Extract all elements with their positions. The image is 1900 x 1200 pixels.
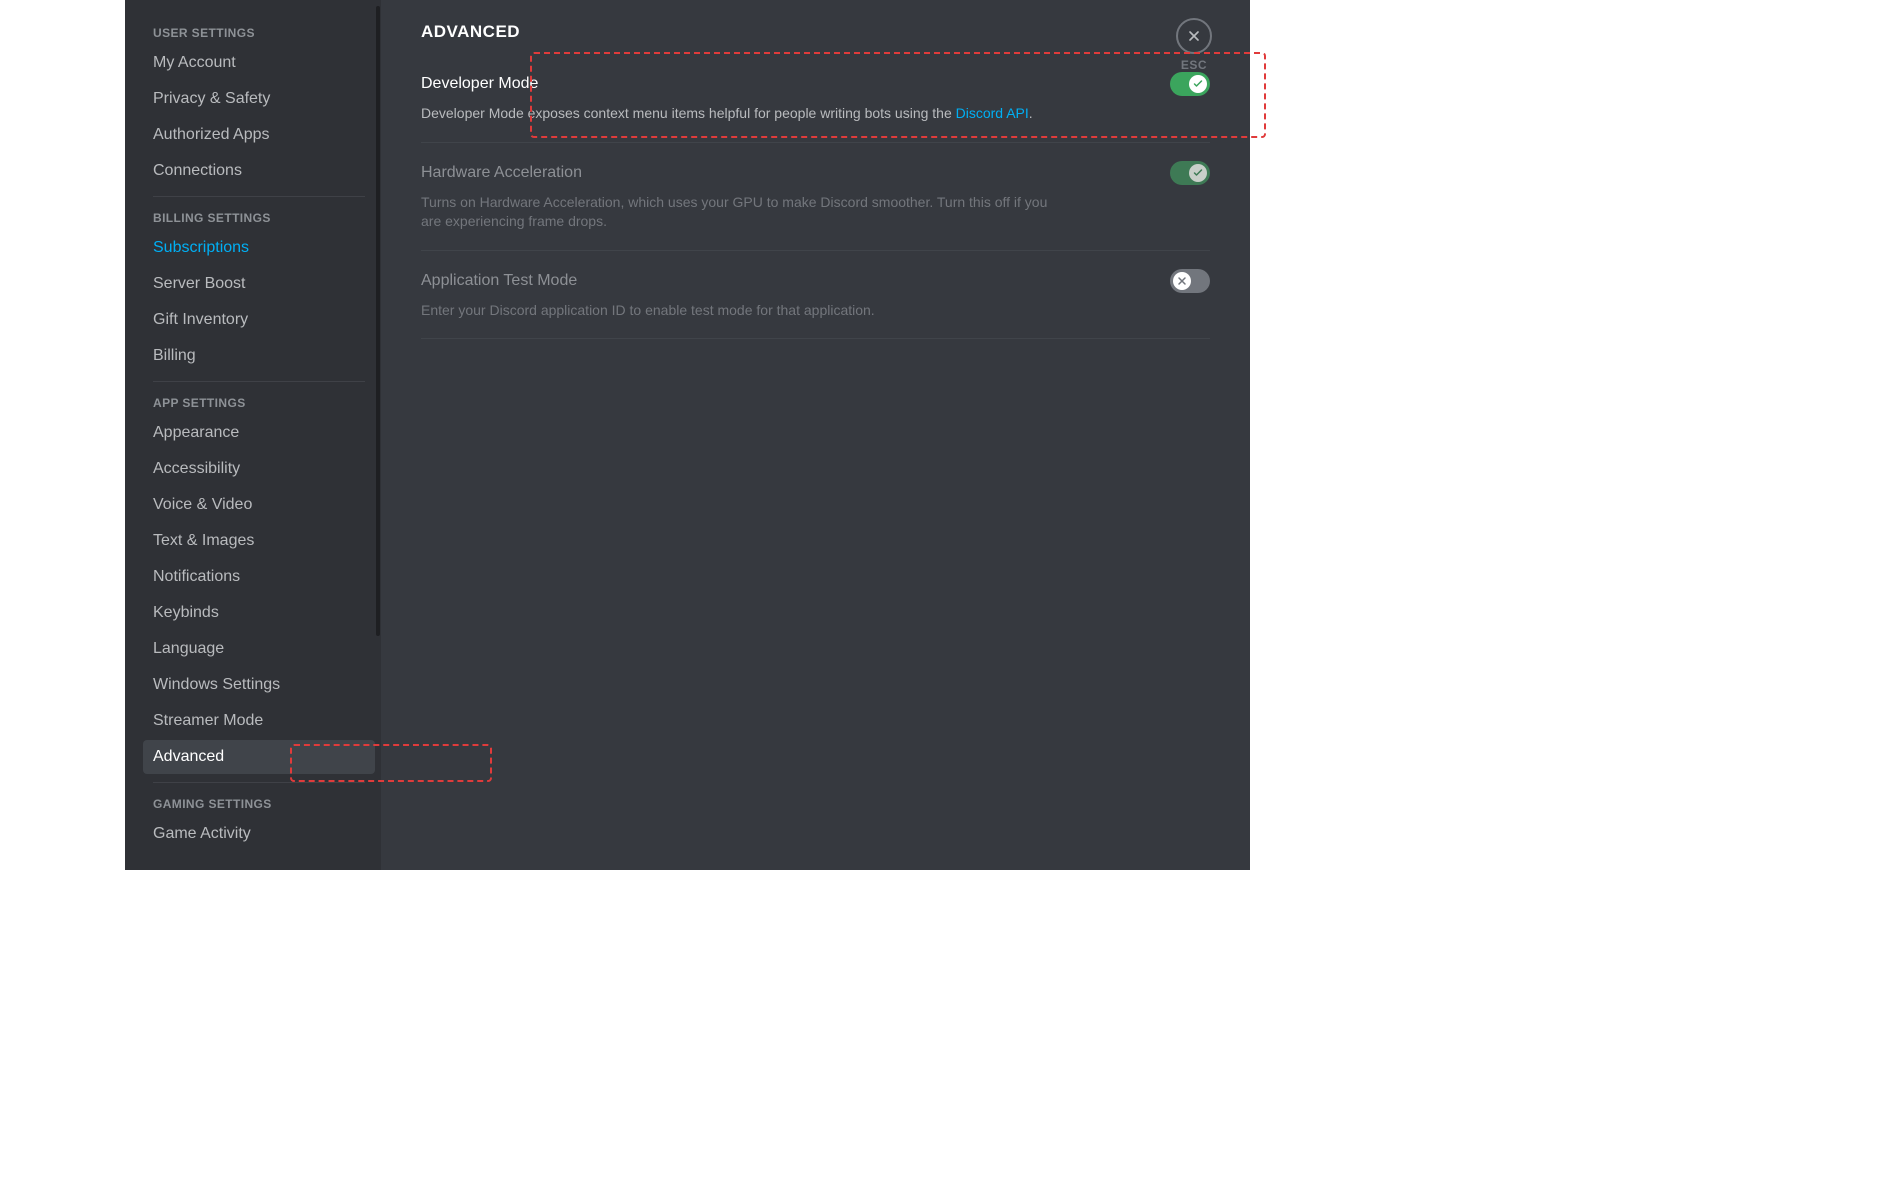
close-wrap: ESC bbox=[1176, 18, 1212, 72]
sidebar-item-advanced[interactable]: Advanced bbox=[143, 740, 375, 774]
setting-hardware-acceleration: Hardware Acceleration Turns on Hardware … bbox=[421, 143, 1210, 251]
sidebar-item-authorized-apps[interactable]: Authorized Apps bbox=[143, 118, 375, 152]
divider bbox=[153, 381, 365, 382]
sidebar-item-my-account[interactable]: My Account bbox=[143, 46, 375, 80]
sidebar-item-keybinds[interactable]: Keybinds bbox=[143, 596, 375, 630]
sidebar-item-windows-settings[interactable]: Windows Settings bbox=[143, 668, 375, 702]
setting-application-test-mode: Application Test Mode Enter your Discord… bbox=[421, 251, 1210, 340]
settings-window: USER SETTINGS My Account Privacy & Safet… bbox=[125, 0, 1250, 870]
setting-developer-mode: Developer Mode Developer Mode exposes co… bbox=[421, 62, 1210, 143]
sidebar-item-notifications[interactable]: Notifications bbox=[143, 560, 375, 594]
setting-title-developer-mode: Developer Mode bbox=[421, 75, 538, 93]
sidebar-item-appearance[interactable]: Appearance bbox=[143, 416, 375, 450]
section-header-app-settings: APP SETTINGS bbox=[143, 390, 375, 416]
sidebar-item-language[interactable]: Language bbox=[143, 632, 375, 666]
esc-label: ESC bbox=[1176, 58, 1212, 72]
setting-desc-text: Developer Mode exposes context menu item… bbox=[421, 105, 956, 121]
close-icon bbox=[1186, 28, 1202, 44]
divider bbox=[153, 782, 365, 783]
page-title: ADVANCED bbox=[421, 22, 1210, 42]
sidebar-item-connections[interactable]: Connections bbox=[143, 154, 375, 188]
setting-desc-hardware-acceleration: Turns on Hardware Acceleration, which us… bbox=[421, 193, 1061, 232]
sidebar-item-game-activity[interactable]: Game Activity bbox=[143, 817, 375, 851]
close-button[interactable] bbox=[1176, 18, 1212, 54]
sidebar-item-accessibility[interactable]: Accessibility bbox=[143, 452, 375, 486]
toggle-developer-mode[interactable] bbox=[1170, 72, 1210, 96]
settings-content: ADVANCED Developer Mode Developer Mode e… bbox=[381, 0, 1250, 870]
setting-desc-text-post: . bbox=[1029, 105, 1033, 121]
sidebar-item-text-images[interactable]: Text & Images bbox=[143, 524, 375, 558]
setting-desc-developer-mode: Developer Mode exposes context menu item… bbox=[421, 104, 1061, 124]
sidebar-item-billing[interactable]: Billing bbox=[143, 339, 375, 373]
close-icon bbox=[1173, 272, 1191, 290]
section-header-gaming-settings: GAMING SETTINGS bbox=[143, 791, 375, 817]
sidebar-item-privacy-safety[interactable]: Privacy & Safety bbox=[143, 82, 375, 116]
divider bbox=[153, 196, 365, 197]
settings-sidebar: USER SETTINGS My Account Privacy & Safet… bbox=[125, 0, 381, 870]
sidebar-item-voice-video[interactable]: Voice & Video bbox=[143, 488, 375, 522]
setting-title-application-test-mode: Application Test Mode bbox=[421, 272, 577, 290]
sidebar-item-server-boost[interactable]: Server Boost bbox=[143, 267, 375, 301]
toggle-application-test-mode[interactable] bbox=[1170, 269, 1210, 293]
section-header-billing-settings: BILLING SETTINGS bbox=[143, 205, 375, 231]
check-icon bbox=[1189, 75, 1207, 93]
toggle-hardware-acceleration[interactable] bbox=[1170, 161, 1210, 185]
setting-desc-application-test-mode: Enter your Discord application ID to ena… bbox=[421, 301, 1061, 321]
check-icon bbox=[1189, 164, 1207, 182]
sidebar-item-gift-inventory[interactable]: Gift Inventory bbox=[143, 303, 375, 337]
sidebar-item-subscriptions[interactable]: Subscriptions bbox=[143, 231, 375, 265]
section-header-user-settings: USER SETTINGS bbox=[143, 20, 375, 46]
setting-title-hardware-acceleration: Hardware Acceleration bbox=[421, 164, 582, 182]
discord-api-link[interactable]: Discord API bbox=[956, 105, 1029, 121]
sidebar-item-streamer-mode[interactable]: Streamer Mode bbox=[143, 704, 375, 738]
sidebar-scrollbar[interactable] bbox=[376, 6, 380, 636]
